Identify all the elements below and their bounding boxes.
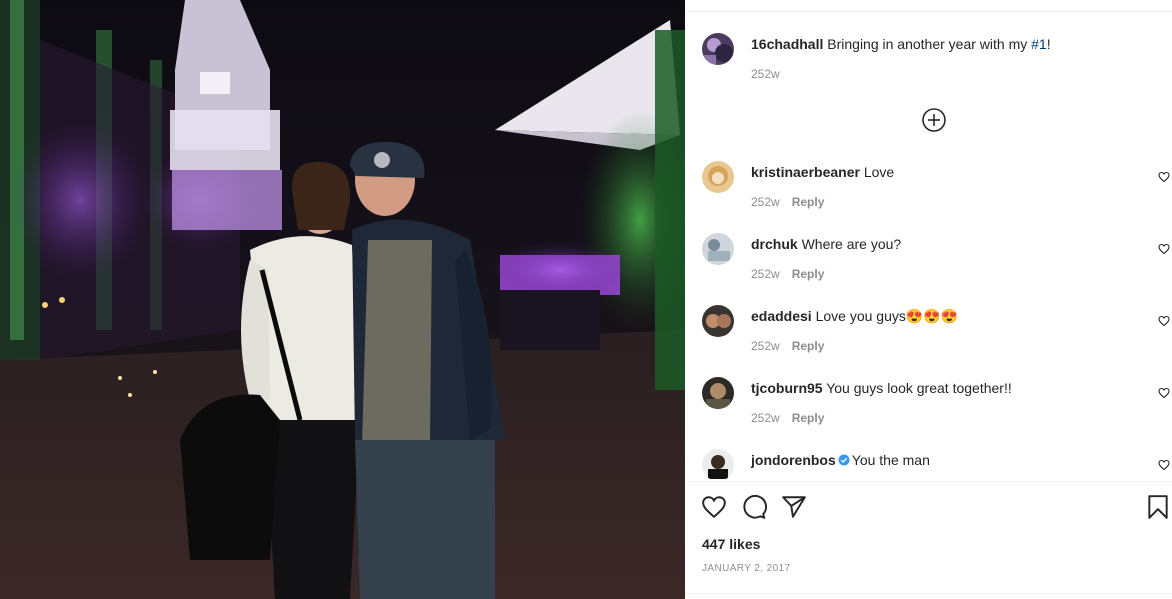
comment-time[interactable]: 252w xyxy=(751,411,780,425)
caption-hashtag[interactable]: #1 xyxy=(1031,36,1047,52)
comments-panel: 16chadhall Bringing in another year with… xyxy=(685,0,1172,599)
comment-meta: 252w Reply xyxy=(751,195,824,209)
heart-icon[interactable] xyxy=(1158,242,1170,255)
comment-time[interactable]: 252w xyxy=(751,267,780,281)
bottom-divider xyxy=(685,593,1172,594)
comment-meta: 252w Reply xyxy=(751,411,824,425)
avatar[interactable] xyxy=(702,377,734,409)
caption-suffix: ! xyxy=(1046,36,1051,52)
photo-scene xyxy=(0,0,685,599)
avatar[interactable] xyxy=(702,161,734,193)
comment-item: edaddesi Love you guys😍😍😍 252w Reply xyxy=(702,305,1172,369)
plus-circle-icon[interactable] xyxy=(922,108,946,132)
comment-meta: 252w Reply xyxy=(751,267,824,281)
comment-item: tjcoburn95 You guys look great together!… xyxy=(702,377,1172,441)
heart-icon[interactable] xyxy=(701,494,727,520)
comment-item: jondorenbos You the man xyxy=(702,449,1172,479)
avatar[interactable] xyxy=(702,33,734,65)
comment-time[interactable]: 252w xyxy=(751,195,780,209)
comment-body: You the man xyxy=(851,452,930,468)
caption-time[interactable]: 252w xyxy=(751,67,780,81)
comment-time[interactable]: 252w xyxy=(751,339,780,353)
paper-plane-icon[interactable] xyxy=(781,494,807,520)
comment-text: tjcoburn95 You guys look great together!… xyxy=(751,379,1012,397)
post-photo[interactable] xyxy=(0,0,685,599)
likes-count[interactable]: 447 likes xyxy=(702,536,760,552)
comment-body: Love xyxy=(863,164,895,180)
reply-button[interactable]: Reply xyxy=(792,339,825,353)
comment-item: kristinaerbeaner Love 252w Reply xyxy=(702,161,1172,225)
comment-username[interactable]: tjcoburn95 xyxy=(751,380,823,396)
comment-text: jondorenbos You the man xyxy=(751,451,930,469)
verified-badge-icon xyxy=(838,454,850,466)
caption-text: 16chadhall Bringing in another year with… xyxy=(751,35,1051,53)
post-date[interactable]: JANUARY 2, 2017 xyxy=(702,563,790,574)
comment-text: kristinaerbeaner Love xyxy=(751,163,894,181)
comment-bubble-icon[interactable] xyxy=(741,494,767,520)
comment-body: Where are you? xyxy=(801,236,902,252)
comment-meta: 252w Reply xyxy=(751,339,824,353)
heart-icon[interactable] xyxy=(1158,170,1170,183)
comment-username[interactable]: kristinaerbeaner xyxy=(751,164,860,180)
comment-username[interactable]: jondorenbos xyxy=(751,452,836,468)
reply-button[interactable]: Reply xyxy=(792,267,825,281)
heart-icon[interactable] xyxy=(1158,314,1170,327)
header-divider xyxy=(685,11,1172,12)
comment-body: Love you guys😍😍😍 xyxy=(815,308,959,324)
caption-username[interactable]: 16chadhall xyxy=(751,36,823,52)
comment-item: drchuk Where are you? 252w Reply xyxy=(702,233,1172,297)
comment-text: edaddesi Love you guys😍😍😍 xyxy=(751,307,958,325)
bookmark-icon[interactable] xyxy=(1145,494,1171,520)
avatar[interactable] xyxy=(702,233,734,265)
actions-divider xyxy=(685,481,1172,482)
reply-button[interactable]: Reply xyxy=(792,195,825,209)
heart-icon[interactable] xyxy=(1158,386,1170,399)
action-bar xyxy=(701,494,1172,522)
comment-body: You guys look great together!! xyxy=(826,380,1012,396)
avatar[interactable] xyxy=(702,449,734,479)
reply-button[interactable]: Reply xyxy=(792,411,825,425)
heart-icon[interactable] xyxy=(1158,458,1170,471)
caption-prefix: Bringing in another year with my xyxy=(827,36,1032,52)
comment-username[interactable]: drchuk xyxy=(751,236,798,252)
comment-username[interactable]: edaddesi xyxy=(751,308,812,324)
comment-text: drchuk Where are you? xyxy=(751,235,901,253)
avatar[interactable] xyxy=(702,305,734,337)
